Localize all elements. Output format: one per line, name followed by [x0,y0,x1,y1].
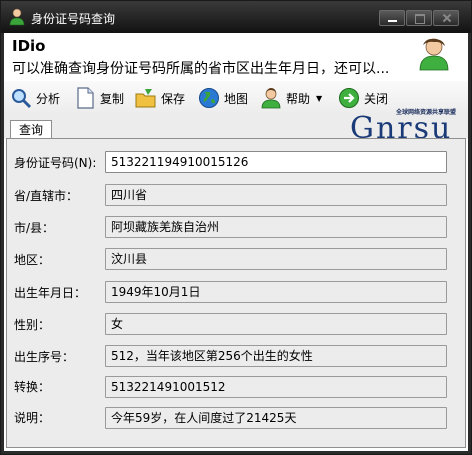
help-label: 帮助 [286,91,311,106]
minimize-button[interactable] [379,10,405,26]
window-title: 身份证号码查询 [31,12,116,26]
city-value: 阿坝藏族羌族自治州 [105,216,447,238]
app-description: 可以准确查询身份证号码所属的省市区出生年月日，还可以... [12,61,390,77]
id-number-label: 身份证号码(N): [14,156,97,170]
avatar-icon [419,38,449,71]
title-bar[interactable]: 身份证号码查询 [1,1,471,33]
note-label: 说明： [14,411,51,425]
province-value: 四川省 [105,184,447,206]
document-icon [77,87,94,109]
map-button[interactable]: 地图 [198,85,248,111]
magnifier-icon [12,89,32,109]
analyze-label: 分析 [36,91,61,106]
app-window: 身份证号码查询 IDio 可以准确查询身份证号码所属的省市区出生年月日，还可以.… [0,0,472,455]
user-icon [9,8,25,26]
birthdate-value: 1949年10月1日 [105,281,447,303]
id-number-field[interactable] [105,151,447,173]
copy-button[interactable]: 复制 [74,85,124,111]
conversion-label: 转换： [14,380,51,394]
map-label: 地图 [224,91,249,106]
help-button[interactable]: 帮助 ▼ [260,85,322,111]
client-area: IDio 可以准确查询身份证号码所属的省市区出生年月日，还可以... 分析 复制… [4,33,468,451]
copy-label: 复制 [100,91,125,106]
save-label: 保存 [161,91,186,106]
note-value: 今年59岁，在人间度过了21425天 [105,407,447,429]
gender-value: 女 [105,313,447,335]
id-number-input[interactable] [111,152,446,172]
province-label: 省/直辖市： [14,189,79,203]
save-folder-icon [135,89,156,108]
user-help-icon [261,88,281,109]
gender-label: 性别： [14,318,51,332]
brand-logo: 全球网络资源共享联盟 Gnrsu [350,103,468,146]
birthdate-label: 出生年月日： [14,286,87,300]
conversion-value: 513221491001512 [105,376,447,398]
app-name: IDio [12,37,46,55]
city-label: 市/县： [14,221,55,235]
globe-icon [199,88,219,108]
birth-sequence-label: 出生序号： [14,350,75,364]
district-value: 汶川县 [105,248,447,270]
district-label: 地区： [14,253,51,267]
close-window-button[interactable] [433,10,459,26]
analyze-button[interactable]: 分析 [10,85,60,111]
tab-query[interactable]: 查询 [10,120,52,140]
query-panel: 身份证号码(N): 省/直辖市： 四川省 市/县： 阿坝藏族羌族自治州 地区： … [6,138,466,448]
chevron-down-icon: ▼ [316,93,323,103]
app-header: IDio 可以准确查询身份证号码所属的省市区出生年月日，还可以... [4,33,468,81]
save-button[interactable]: 保存 [135,85,185,111]
maximize-button[interactable] [406,10,432,26]
birth-sequence-value: 512，当年该地区第256个出生的女性 [105,345,447,367]
